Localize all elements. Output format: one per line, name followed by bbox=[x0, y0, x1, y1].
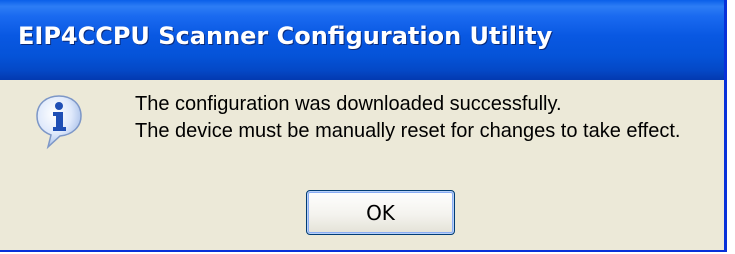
window-title: EIP4CCPU Scanner Configuration Utility bbox=[18, 22, 553, 50]
message-line-1: The configuration was downloaded success… bbox=[135, 93, 562, 115]
ok-button[interactable]: OK bbox=[306, 190, 455, 235]
information-icon bbox=[36, 95, 82, 150]
message-dialog: EIP4CCPU Scanner Configuration Utility T… bbox=[0, 0, 727, 252]
message-text: The configuration was downloaded success… bbox=[135, 91, 680, 145]
title-bar[interactable]: EIP4CCPU Scanner Configuration Utility bbox=[0, 0, 724, 80]
dialog-body: The configuration was downloaded success… bbox=[0, 80, 724, 250]
message-line-2: The device must be manually reset for ch… bbox=[135, 120, 681, 142]
